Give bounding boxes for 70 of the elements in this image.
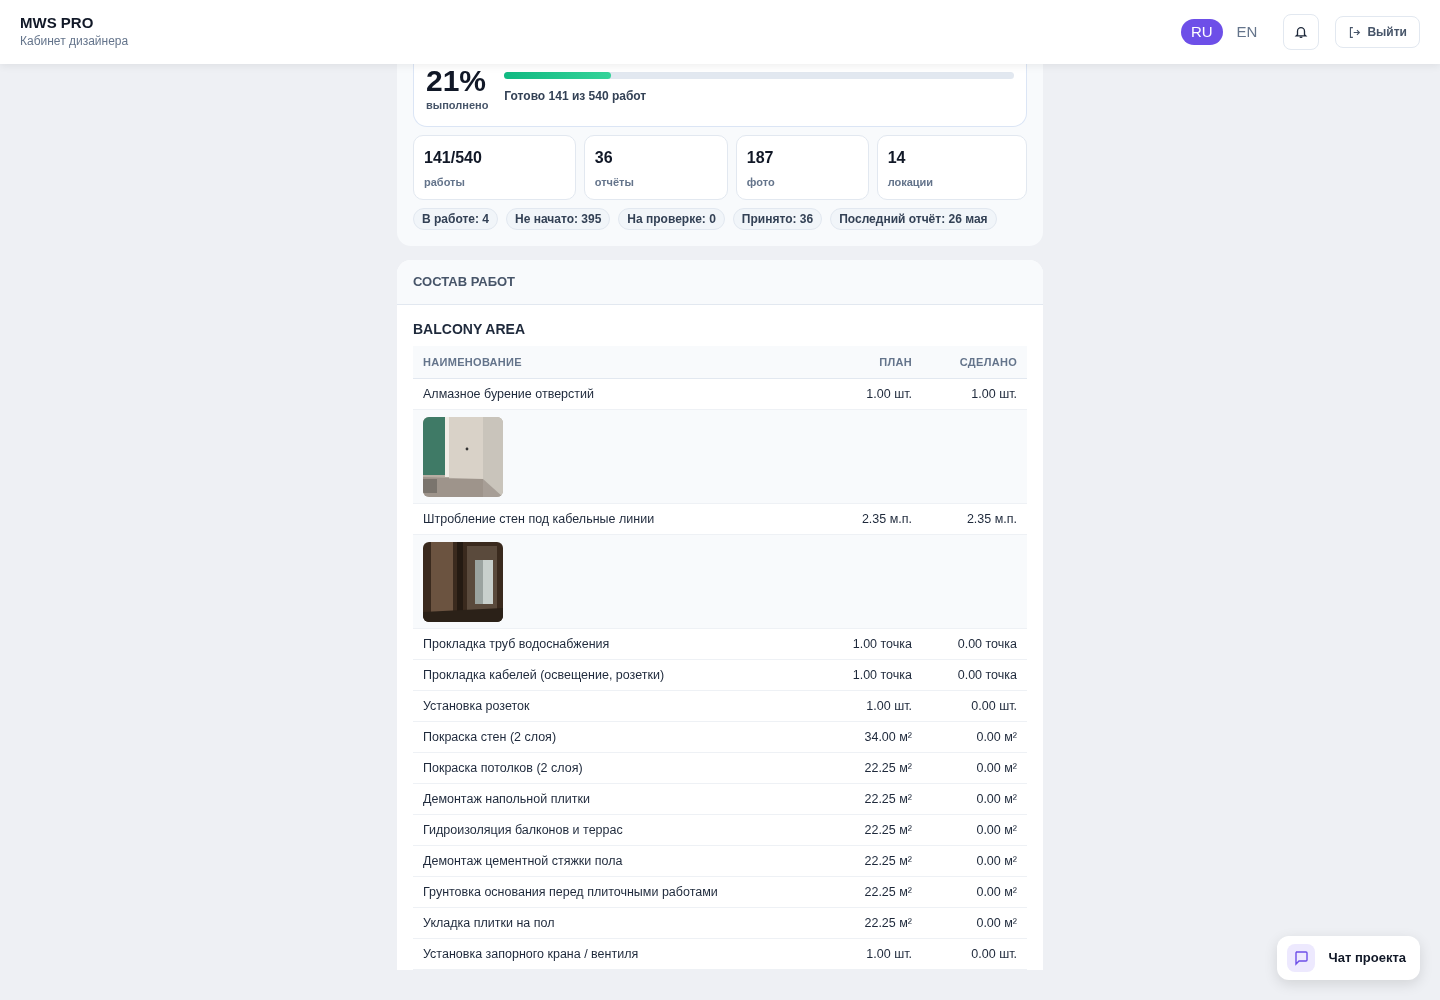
work-name: Штробление стен под кабельные линии (413, 503, 817, 535)
done-value: 0.00 точка (922, 659, 1027, 691)
brand-subtitle: Кабинет дизайнера (20, 33, 129, 50)
status-chip: На проверке: 0 (618, 208, 725, 230)
work-name: Демонтаж напольной плитки (413, 783, 817, 815)
plan-value: 22.25 м² (817, 814, 922, 846)
work-name: Демонтаж цементной стяжки пола (413, 845, 817, 877)
column-header: НАИМЕНОВАНИЕ (413, 345, 817, 379)
plan-value: 22.25 м² (817, 845, 922, 877)
work-name: Алмазное бурение отверстий (413, 378, 817, 410)
work-name: Грунтовка основания перед плиточными работами (413, 876, 817, 908)
project-chat-button[interactable]: Чат проекта (1276, 936, 1420, 980)
stat-value: 141/540 (424, 147, 483, 168)
plan-value: 1.00 шт. (817, 938, 922, 970)
notifications-button[interactable] (1283, 14, 1320, 50)
status-chip: Не начато: 395 (506, 208, 611, 230)
plan-value: 34.00 м² (817, 721, 922, 753)
plan-value: 1.00 шт. (817, 378, 922, 410)
stat-label: работы (424, 174, 466, 190)
work-name: Укладка плитки на пол (413, 907, 817, 939)
column-header: СДЕЛАНО (922, 345, 1027, 379)
stat-value: 187 (746, 147, 775, 168)
bell-icon (1294, 25, 1309, 39)
plan-value: 22.25 м² (817, 783, 922, 815)
stat-label: локации (887, 174, 935, 190)
language-tab[interactable]: EN (1226, 18, 1268, 46)
done-value: 0.00 м² (922, 814, 1027, 846)
plan-value: 22.25 м² (817, 907, 922, 939)
chat-bubble-icon (1292, 950, 1309, 966)
logout-button[interactable]: Выйти (1335, 16, 1420, 48)
work-name: Гидроизоляция балконов и террас (413, 814, 817, 846)
status-chip: Принято: 36 (732, 208, 823, 230)
work-name: Прокладка труб водоснабжения (413, 628, 817, 660)
work-name: Покраска потолков (2 слоя) (413, 752, 817, 784)
work-name: Установка запорного крана / вентиля (413, 938, 817, 970)
work-name: Установка розеток (413, 690, 817, 722)
plan-value: 1.00 точка (817, 659, 922, 691)
plan-value: 22.25 м² (817, 752, 922, 784)
stat-label: отчёты (594, 174, 635, 190)
done-value: 1.00 шт. (922, 378, 1027, 410)
plan-value: 1.00 точка (817, 628, 922, 660)
plan-value: 1.00 шт. (817, 690, 922, 722)
done-value: 0.00 м² (922, 752, 1027, 784)
stat-label: фото (746, 174, 776, 190)
done-value: 0.00 м² (922, 845, 1027, 877)
plan-value: 22.25 м² (817, 876, 922, 908)
work-name: Прокладка кабелей (освещение, розетки) (413, 659, 817, 691)
section-title: BALCONY AREA (413, 319, 526, 339)
stat-value: 14 (887, 147, 907, 168)
logout-icon (1348, 25, 1362, 39)
done-value: 0.00 м² (922, 783, 1027, 815)
stat-value: 36 (594, 147, 614, 168)
work-name: Покраска стен (2 слоя) (413, 721, 817, 753)
done-value: 0.00 шт. (922, 690, 1027, 722)
completion-label: выполнено (426, 98, 489, 113)
language-tab[interactable]: RU (1180, 18, 1223, 46)
progress-text: Готово 141 из 540 работ (504, 88, 648, 105)
brand-name: MWS PRO (20, 14, 95, 32)
plan-value: 2.35 м.п. (817, 503, 922, 535)
done-value: 0.00 м² (922, 907, 1027, 939)
completion-percent: 21% (426, 64, 488, 97)
works-header: СОСТАВ РАБОТ (397, 260, 1043, 305)
done-value: 0.00 м² (922, 721, 1027, 753)
column-header: ПЛАН (817, 345, 922, 379)
done-value: 0.00 м² (922, 876, 1027, 908)
status-chip: В работе: 4 (413, 208, 498, 230)
done-value: 0.00 точка (922, 628, 1027, 660)
done-value: 2.35 м.п. (922, 503, 1027, 535)
done-value: 0.00 шт. (922, 938, 1027, 970)
status-chip: Последний отчёт: 26 мая (830, 208, 997, 230)
